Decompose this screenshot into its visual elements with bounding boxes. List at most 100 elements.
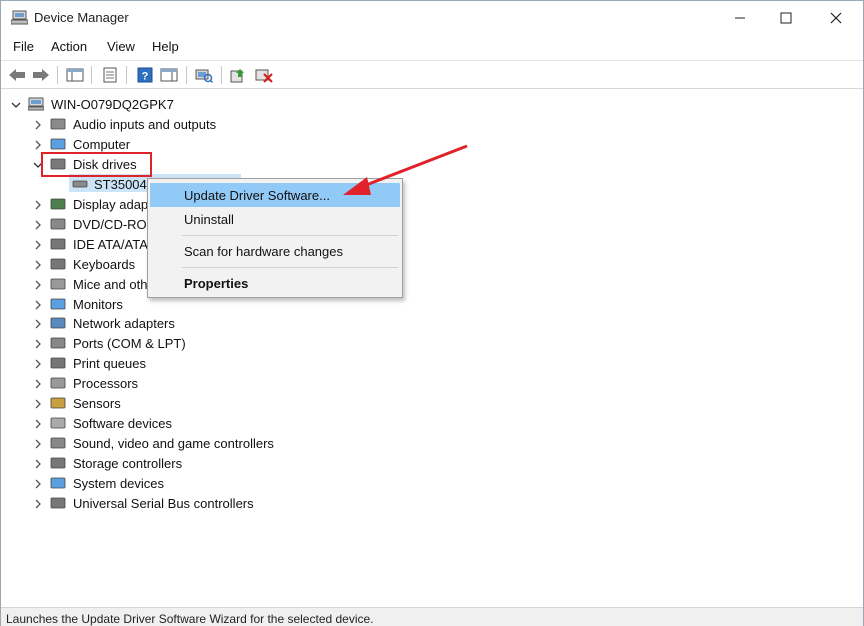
properties-menu-item[interactable]: Properties — [150, 271, 400, 295]
tree-category-label: Network adapters — [73, 316, 175, 332]
collapsed-chevron-icon[interactable] — [33, 300, 43, 310]
properties-toolbar-button[interactable] — [100, 65, 120, 85]
tree-category-item[interactable]: Sound, video and game controllers — [1, 433, 321, 453]
update-driver-icon — [230, 69, 244, 83]
minimize-button[interactable] — [717, 1, 763, 34]
collapsed-chevron-icon[interactable] — [33, 280, 43, 290]
scan-hardware-icon — [195, 69, 213, 83]
update-driver-toolbar-button[interactable] — [229, 65, 249, 85]
software-device-icon — [50, 417, 66, 429]
console-tree-icon — [66, 68, 84, 82]
usb-icon — [50, 497, 66, 509]
maximize-button[interactable] — [763, 1, 809, 34]
collapsed-chevron-icon[interactable] — [33, 120, 43, 130]
menu-file[interactable]: File — [13, 39, 34, 54]
properties-icon — [103, 67, 117, 83]
status-text: Launches the Update Driver Software Wiza… — [6, 612, 374, 626]
toolbar: ? — [1, 60, 863, 89]
tree-category-label: Monitors — [73, 296, 123, 312]
uninstall-device-icon — [255, 69, 273, 83]
collapsed-chevron-icon[interactable] — [33, 240, 43, 250]
keyboard-icon — [50, 258, 66, 269]
toolbar-separator — [57, 66, 58, 84]
action-pane-icon — [160, 68, 178, 82]
action-pane-button[interactable] — [159, 65, 179, 85]
forward-button[interactable] — [31, 65, 51, 85]
collapsed-chevron-icon[interactable] — [33, 379, 43, 389]
close-button[interactable] — [813, 1, 859, 34]
tree-root-computer[interactable]: WIN-O079DQ2GPK7 — [1, 94, 301, 114]
menu-action[interactable]: Action — [51, 39, 87, 54]
tree-category-label: Display adap — [73, 196, 149, 212]
tree-category-item[interactable]: Sensors — [1, 393, 321, 413]
uninstall-menu-item[interactable]: Uninstall — [150, 207, 400, 231]
collapsed-chevron-icon[interactable] — [33, 200, 43, 210]
dvd-drive-icon — [50, 218, 66, 230]
disk-drives-highlight-box — [41, 152, 152, 177]
tree-category-label: System devices — [73, 476, 165, 492]
network-adapter-icon — [50, 318, 66, 329]
collapsed-chevron-icon[interactable] — [33, 260, 43, 270]
hard-disk-icon — [72, 180, 88, 188]
title-bar: Device Manager — [1, 1, 863, 35]
monitor-icon — [50, 298, 66, 309]
tree-category-item[interactable]: Processors — [1, 373, 321, 393]
tree-category-label: Audio inputs and outputs — [73, 116, 217, 132]
tree-category-item[interactable]: Universal Serial Bus controllers — [1, 493, 321, 513]
collapsed-chevron-icon[interactable] — [33, 399, 43, 409]
tree-category-label: Processors — [73, 376, 139, 392]
tree-category-item[interactable]: Ports (COM & LPT) — [1, 333, 321, 353]
device-manager-app-icon — [11, 10, 28, 25]
collapsed-chevron-icon[interactable] — [33, 140, 43, 150]
collapsed-chevron-icon[interactable] — [33, 359, 43, 369]
collapsed-chevron-icon[interactable] — [33, 439, 43, 449]
tree-category-item[interactable]: Audio inputs and outputs — [1, 114, 321, 134]
show-hide-console-tree-button[interactable] — [65, 65, 85, 85]
tree-category-label: Keyboards — [73, 256, 136, 272]
tree-category-item[interactable]: Storage controllers — [1, 453, 321, 473]
tree-category-item[interactable]: Network adapters — [1, 313, 321, 333]
port-icon — [50, 337, 66, 349]
toolbar-separator — [91, 66, 92, 84]
tree-category-label: Storage controllers — [73, 456, 183, 472]
expanded-chevron-icon[interactable] — [11, 100, 21, 110]
menu-view[interactable]: View — [107, 39, 135, 54]
collapsed-chevron-icon[interactable] — [33, 319, 43, 329]
menu-help[interactable]: Help — [152, 39, 179, 54]
collapsed-chevron-icon[interactable] — [33, 339, 43, 349]
tree-category-label: Sound, video and game controllers — [73, 436, 274, 452]
back-button[interactable] — [7, 65, 27, 85]
collapsed-chevron-icon[interactable] — [33, 459, 43, 469]
red-arrow-annotation — [343, 144, 468, 195]
tree-category-label: Computer — [73, 136, 131, 152]
uninstall-toolbar-button[interactable] — [254, 65, 274, 85]
disk-drive-device-label: ST35004 — [94, 176, 147, 192]
tree-category-item[interactable]: Print queues — [1, 353, 321, 373]
maximize-icon — [780, 12, 792, 23]
context-menu-separator — [182, 235, 398, 236]
processor-icon — [50, 377, 66, 389]
tree-category-item[interactable]: Software devices — [1, 413, 321, 433]
tree-category-item[interactable]: System devices — [1, 473, 321, 493]
scan-hardware-menu-item[interactable]: Scan for hardware changes — [150, 239, 400, 263]
storage-controller-icon — [50, 457, 66, 469]
toolbar-separator — [186, 66, 187, 84]
tree-root-label: WIN-O079DQ2GPK7 — [51, 97, 174, 112]
device-manager-window: Device Manager File Action View Help ? W… — [0, 0, 864, 626]
help-toolbar-button[interactable]: ? — [135, 65, 155, 85]
collapsed-chevron-icon[interactable] — [33, 479, 43, 489]
sound-icon — [50, 437, 66, 449]
collapsed-chevron-icon[interactable] — [33, 220, 43, 230]
collapsed-chevron-icon[interactable] — [33, 499, 43, 509]
svg-text:?: ? — [142, 71, 149, 83]
tree-category-label: IDE ATA/ATA — [73, 236, 148, 252]
tree-category-item[interactable]: Computer — [1, 134, 321, 154]
tree-category-label: DVD/CD-RO — [73, 216, 147, 232]
display-adapter-icon — [50, 198, 66, 210]
computer-root-icon — [28, 97, 44, 111]
system-device-icon — [50, 477, 66, 489]
tree-category-label: Print queues — [73, 356, 146, 372]
collapsed-chevron-icon[interactable] — [33, 419, 43, 429]
scan-hardware-toolbar-button[interactable] — [194, 65, 214, 85]
back-arrow-icon — [9, 69, 25, 81]
